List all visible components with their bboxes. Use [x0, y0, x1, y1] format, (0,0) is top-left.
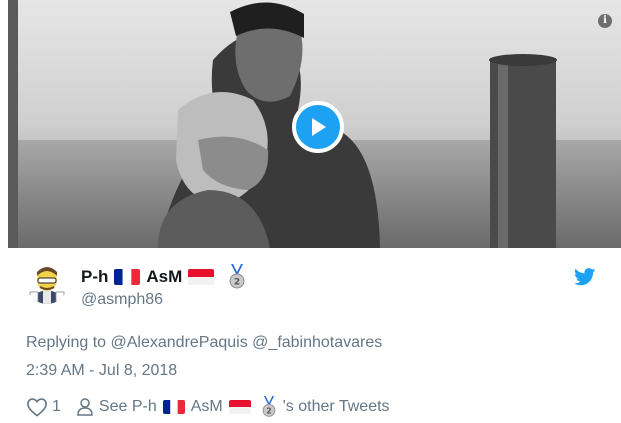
play-icon — [312, 118, 326, 136]
svg-text:2: 2 — [266, 406, 271, 415]
see-other-middle: AsM — [190, 398, 223, 415]
user-handle[interactable]: @asmph86 — [81, 291, 163, 309]
like-button[interactable]: 1 — [26, 397, 61, 417]
tweet-embed-card: i P-h AsM 2 @asmph86 Replying to @Alexan… — [0, 0, 621, 422]
indonesia-flag-icon — [188, 269, 215, 285]
heart-icon — [27, 398, 47, 417]
mention-link-1[interactable]: @AlexandrePaquis — [111, 334, 248, 351]
france-flag-icon — [162, 400, 185, 414]
twitter-bird-icon[interactable] — [574, 268, 596, 286]
display-name[interactable]: P-h AsM 2 — [81, 264, 246, 290]
medal-icon: 2 — [228, 264, 246, 290]
like-count: 1 — [52, 398, 61, 415]
tweet-timestamp[interactable]: 2:39 AM - Jul 8, 2018 — [26, 362, 177, 380]
indonesia-flag-icon — [228, 400, 251, 414]
see-other-suffix: 's other Tweets — [282, 398, 390, 415]
display-name-part1: P-h — [81, 267, 109, 286]
avatar[interactable] — [26, 262, 68, 304]
tweet-footer: 1 See P-h AsM 2 's other Tweets — [26, 396, 390, 418]
medal-icon: 2 — [261, 396, 277, 418]
tweet-video-thumbnail[interactable]: i — [8, 0, 621, 248]
display-name-part2: AsM — [146, 267, 183, 286]
replying-to-line: Replying to @AlexandrePaquis @_fabinhota… — [26, 334, 382, 352]
mention-link-2[interactable]: @_fabinhotavares — [252, 334, 382, 351]
user-icon — [77, 398, 93, 416]
see-other-prefix: See P-h — [98, 398, 157, 415]
svg-text:2: 2 — [234, 278, 240, 288]
avatar-image — [26, 262, 68, 304]
see-other-tweets-link[interactable]: See P-h AsM 2 's other Tweets — [77, 396, 390, 418]
play-button[interactable] — [292, 101, 344, 153]
play-button-circle — [296, 105, 340, 149]
replying-to-label: Replying to — [26, 334, 107, 351]
info-icon[interactable]: i — [598, 14, 612, 28]
france-flag-icon — [114, 269, 141, 285]
